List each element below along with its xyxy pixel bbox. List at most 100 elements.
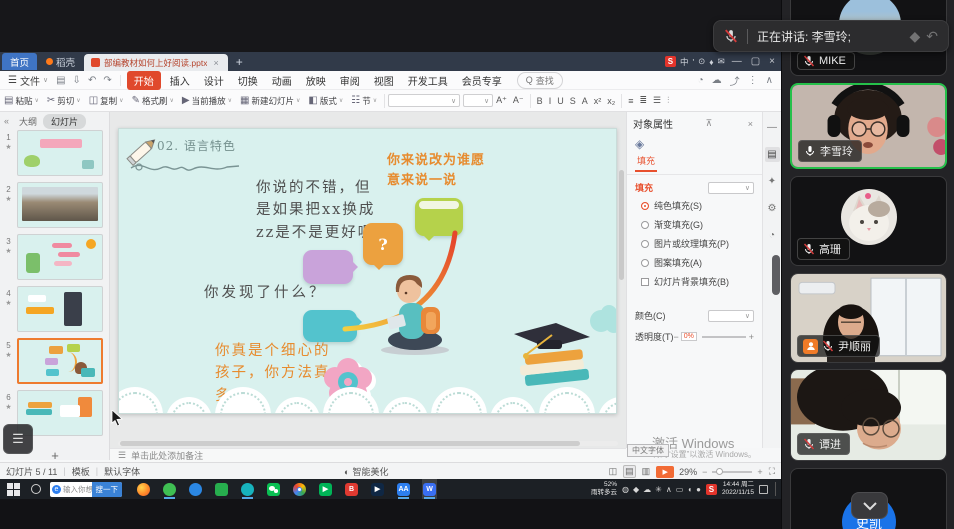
reading-view-icon[interactable]: ▥ <box>641 466 652 477</box>
ribbon-格式刷[interactable]: ✎格式刷∨ <box>128 95 178 107</box>
font-family-select[interactable]: ∨ <box>388 94 460 107</box>
menu-开发工具[interactable]: 开发工具 <box>401 71 455 90</box>
fill-option[interactable]: 图片或纹理填充(P) <box>627 234 762 253</box>
radio-control[interactable] <box>641 202 649 210</box>
align-button-3[interactable]: ⫶ <box>664 95 672 106</box>
slide-editor[interactable]: 02. 语言特色 你说的不错，但 是如果把xx换成 zz是不是更好呢？ 你来说改… <box>118 128 617 414</box>
scrollbar-thumb[interactable] <box>120 441 580 446</box>
tab-outline[interactable]: 大纲 <box>19 115 37 128</box>
menu-插入[interactable]: 插入 <box>163 71 197 90</box>
fill-option[interactable]: 图案填充(A) <box>627 253 762 272</box>
participant-tile-yinshunli[interactable]: 尹顺丽 <box>790 273 947 363</box>
canvas-horizontal-scrollbar[interactable] <box>118 441 618 446</box>
participant-tile-tanjin[interactable]: 谭进 <box>790 369 947 461</box>
color-select[interactable]: ∨ <box>708 310 754 322</box>
fill-option[interactable]: 纯色填充(S) <box>627 196 762 215</box>
ribbon-复制[interactable]: ◫复制∨ <box>85 95 128 107</box>
participant-tile-lixueling[interactable]: 李雪玲 <box>790 83 947 169</box>
tray-icon-3[interactable]: ✳ <box>655 485 662 494</box>
ime-glyph-4[interactable]: ✉ <box>718 56 725 67</box>
slide-thumbnail-5-active[interactable] <box>17 338 103 384</box>
fullscreen-icon[interactable]: ⛶ <box>768 466 776 477</box>
align-button-2[interactable]: ☰ <box>650 95 664 106</box>
format-U[interactable]: U <box>554 96 567 106</box>
save-icon[interactable]: ▤ <box>56 75 65 86</box>
share-icon[interactable]: ⤴ <box>730 73 740 88</box>
fill-section-label[interactable]: 填充 <box>635 181 653 194</box>
menu-审阅[interactable]: 审阅 <box>333 71 367 90</box>
font-size-select[interactable]: ∨ <box>463 94 493 107</box>
slide-text-replace-tip[interactable]: 你来说改为谁愿 意来说一说 <box>387 151 485 191</box>
menu-视图[interactable]: 视图 <box>367 71 401 90</box>
minimize-button[interactable]: — <box>732 56 742 67</box>
app-teal-circle[interactable] <box>240 479 255 499</box>
strip-icon-4[interactable]: ◔ <box>765 228 780 243</box>
tab-docer[interactable]: 稻壳 <box>37 55 84 69</box>
zoom-slider[interactable] <box>712 471 752 473</box>
strip-icon-2[interactable]: ✦ <box>765 174 780 189</box>
participant-tile-gaoshan[interactable]: 高珊 <box>790 176 947 266</box>
search-go-button[interactable]: 搜一下 <box>92 482 123 497</box>
tray-icon-1[interactable]: ◆ <box>633 485 639 494</box>
ribbon-粘贴[interactable]: ▤粘贴∨ <box>0 95 43 107</box>
more-icon[interactable]: ⋮ <box>748 75 758 86</box>
windows-start-button[interactable] <box>7 483 20 496</box>
collapse-videos-button[interactable] <box>851 492 888 519</box>
pin-icon[interactable]: ⊼ <box>703 118 716 129</box>
zoom-out-button[interactable]: − <box>702 467 707 477</box>
app-aa-blue[interactable]: AA <box>396 479 411 499</box>
app-green-play[interactable]: ▶ <box>318 479 333 499</box>
format-x²[interactable]: x² <box>591 96 605 106</box>
collapse-ribbon-icon[interactable]: ∧ <box>766 75 773 86</box>
slide-thumb-row[interactable]: 3★ <box>0 232 110 284</box>
close-panel-icon[interactable]: × <box>745 119 756 129</box>
slide-thumb-row[interactable]: 4★ <box>0 284 110 336</box>
ime-glyph-1[interactable]: ' <box>692 57 694 67</box>
menu-设计[interactable]: 设计 <box>197 71 231 90</box>
format-A[interactable]: A <box>579 96 591 106</box>
video-play-app[interactable]: ▶ <box>370 479 385 499</box>
radio-control[interactable] <box>641 240 649 248</box>
align-button-1[interactable]: ≣ <box>637 95 651 106</box>
format-B[interactable]: B <box>534 96 546 106</box>
tray-icon-2[interactable]: ☁ <box>643 485 651 494</box>
ime-glyph-3[interactable]: ♦ <box>709 57 713 67</box>
ribbon-新建幻灯片[interactable]: ▦新建幻灯片∨ <box>236 95 304 107</box>
tray-icon-4[interactable]: ∧ <box>666 485 672 494</box>
close-window-button[interactable]: × <box>769 56 775 67</box>
notification-center-icon[interactable] <box>759 485 768 494</box>
ribbon-节[interactable]: ☷节∨ <box>347 95 381 107</box>
decrease-font-button[interactable]: A⁻ <box>510 95 527 106</box>
slide-text-question[interactable]: 你发现了什么？ <box>204 282 327 304</box>
zoom-slider-knob[interactable] <box>716 468 723 475</box>
strip-icon-3[interactable]: ⚙ <box>765 201 780 216</box>
taskbar-search-box[interactable]: e 输入你想搜的 搜一下 <box>50 482 122 497</box>
tab-document[interactable]: 部编教材如何上好阅读.pptx × <box>84 54 228 71</box>
radio-control[interactable] <box>641 259 649 267</box>
slideshow-play-button[interactable]: ▶ <box>656 466 674 478</box>
fill-preset-select[interactable]: ∨ <box>708 182 754 194</box>
increase-font-button[interactable]: A⁺ <box>493 95 510 106</box>
slide-thumbnail-2[interactable] <box>17 182 103 228</box>
show-desktop-button[interactable] <box>775 482 777 496</box>
panel-resize-handle[interactable] <box>772 255 780 295</box>
zoom-level[interactable]: 29% <box>679 467 697 477</box>
tray-icon-6[interactable]: ◖ <box>687 485 692 494</box>
app-blue-circle[interactable] <box>188 479 203 499</box>
format-S[interactable]: S <box>567 96 579 106</box>
fill-tab[interactable]: 填充 <box>635 152 657 172</box>
weather-widget[interactable]: 52% 雨转多云 <box>591 481 617 497</box>
file-menu[interactable]: ☰ 文件 ∨ <box>0 73 56 88</box>
restore-button[interactable]: ▢ <box>751 56 760 67</box>
beautify-button[interactable]: ◐ 智能美化 <box>344 463 388 480</box>
chrome-browser[interactable] <box>292 479 307 499</box>
cortana-search-icon[interactable] <box>31 484 41 494</box>
fill-option[interactable]: 幻灯片背景填充(B) <box>627 272 762 291</box>
back-arrow-icon[interactable]: ↶ <box>926 28 938 45</box>
tray-icon-5[interactable]: ▭ <box>676 485 684 494</box>
ime-toolbar[interactable]: S 中 ' ⊙ ♦ ✉ <box>665 56 725 68</box>
app-red-square[interactable]: B <box>344 479 359 499</box>
slide-thumb-row[interactable]: 5★ <box>0 336 110 388</box>
close-tab-icon[interactable]: × <box>211 58 220 68</box>
transparency-minus-button[interactable]: − <box>674 332 679 342</box>
